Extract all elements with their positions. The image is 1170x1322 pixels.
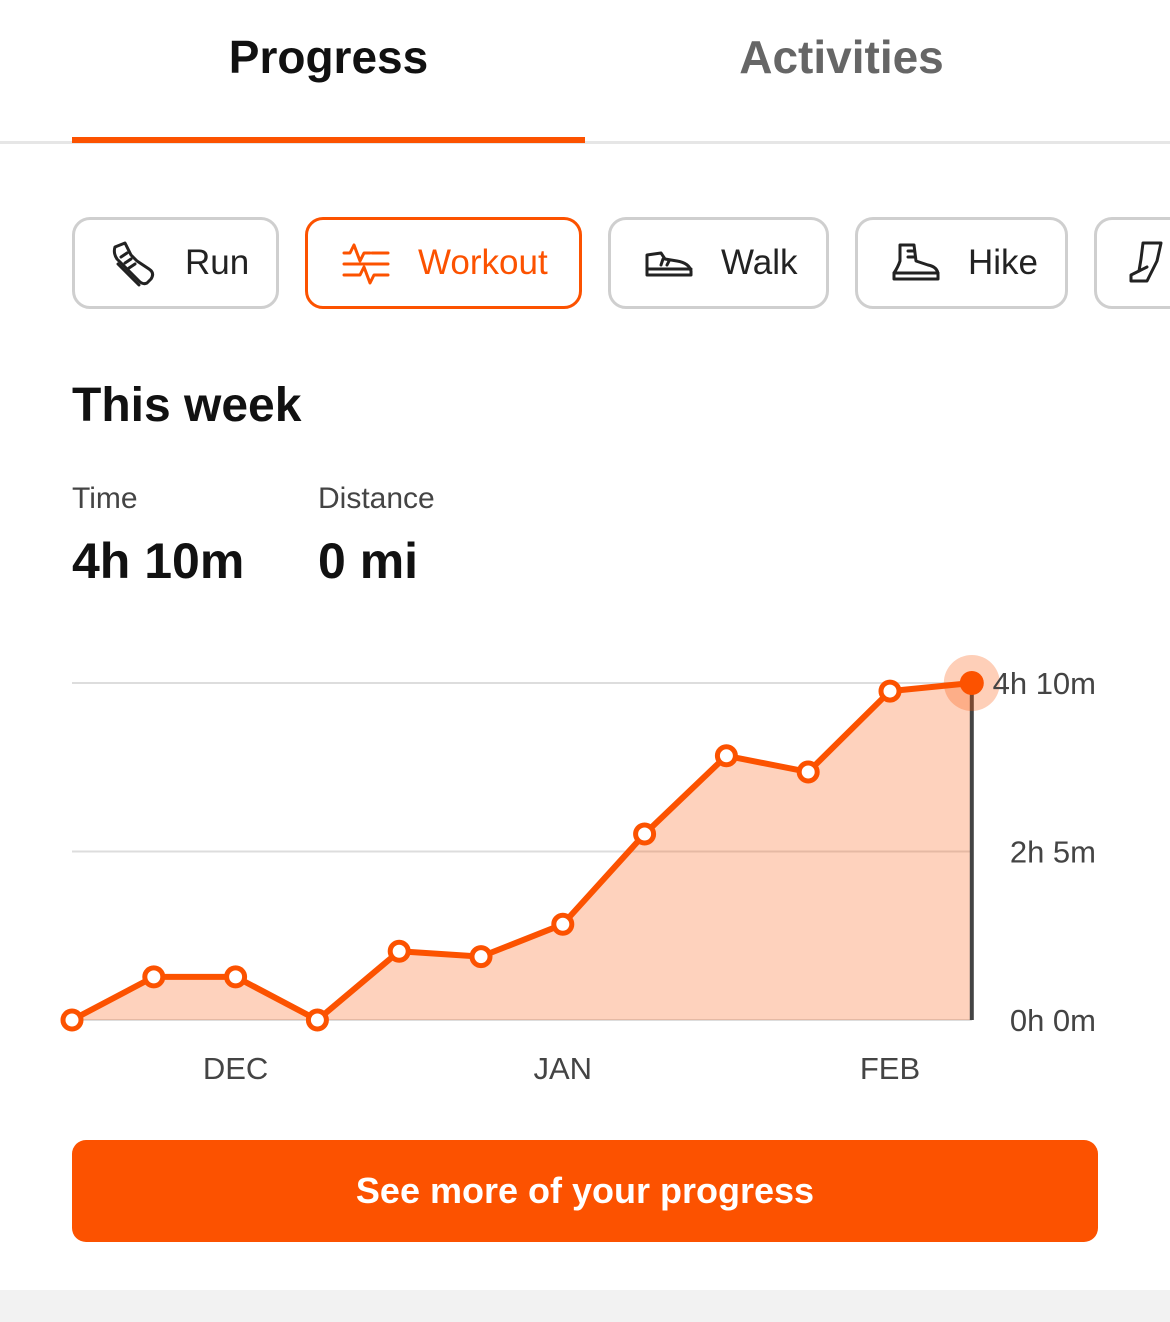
active-tab-indicator [72, 137, 585, 143]
data-point [551, 912, 575, 936]
time-label: Time [72, 482, 138, 515]
filter-chip-label: Workout [418, 243, 548, 282]
filter-chip-hike[interactable]: Hike [855, 217, 1068, 309]
data-point [796, 760, 820, 784]
y-tick-label: 0h 0m [1010, 1003, 1096, 1038]
distance-value: 0 mi [318, 533, 419, 589]
time-value: 4h 10m [72, 533, 245, 589]
tab-progress[interactable]: Progress [72, 30, 585, 84]
progress-chart: 0h 0m 2h 5m 4h 10m DEC JAN FEB [60, 655, 1096, 1086]
data-point [387, 939, 411, 963]
data-point [878, 679, 902, 703]
see-more-progress-button[interactable]: See more of your progress [72, 1140, 1098, 1242]
y-tick-label: 4h 10m [993, 666, 1096, 701]
tab-activities[interactable]: Activities [585, 30, 1098, 84]
filter-chip-label: Hike [968, 243, 1039, 282]
leg-icon [1129, 241, 1163, 283]
filter-chip-label: Walk [721, 243, 798, 282]
distance-label: Distance [318, 482, 435, 515]
data-point [305, 1008, 329, 1032]
x-tick-label: DEC [203, 1051, 268, 1086]
filter-chip-workout[interactable]: Workout [305, 217, 582, 309]
workout-icon [342, 243, 390, 285]
filter-chip-walk[interactable]: Walk [608, 217, 829, 309]
highlight-point [959, 671, 984, 695]
bottom-divider [0, 1290, 1170, 1322]
tab-bar: Progress Activities [0, 0, 1170, 144]
section-title: This week [72, 379, 302, 432]
filter-chip-run[interactable]: Run [72, 217, 279, 309]
filter-chip-label: Run [185, 243, 250, 282]
x-tick-label: JAN [534, 1051, 593, 1086]
data-point [469, 945, 493, 969]
running-shoe-icon [112, 241, 155, 287]
walking-shoe-icon [645, 251, 693, 277]
data-point [224, 965, 248, 989]
data-point [714, 744, 738, 768]
filter-chip-more[interactable] [1094, 217, 1170, 309]
hiking-boot-icon [892, 243, 940, 281]
data-point [60, 1008, 84, 1032]
data-point [633, 822, 657, 846]
y-tick-label: 2h 5m [1010, 835, 1096, 870]
data-point [142, 965, 166, 989]
x-tick-label: FEB [860, 1051, 920, 1086]
